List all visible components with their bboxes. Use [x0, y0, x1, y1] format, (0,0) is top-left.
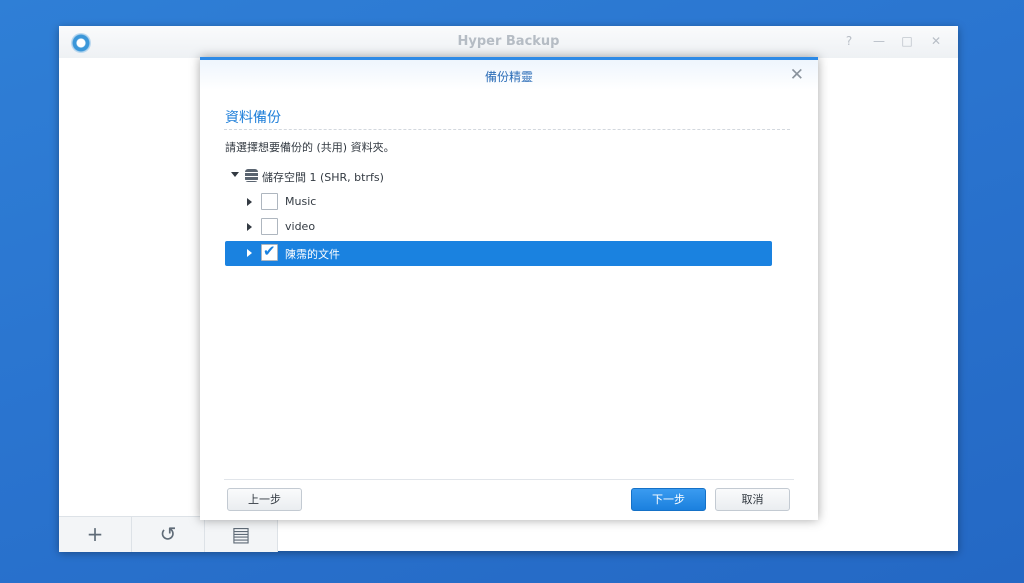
- tree-folder-row[interactable]: Music: [225, 190, 772, 215]
- maximize-icon[interactable]: □: [899, 33, 915, 49]
- backup-wizard-dialog: 備份精靈 ✕ 資料備份 請選擇想要備份的 (共用) 資料夾。 儲存空間 1 (S…: [200, 57, 818, 520]
- history-icon: ↺: [159, 522, 177, 546]
- folder-label: video: [285, 220, 316, 233]
- cancel-button[interactable]: 取消: [715, 488, 790, 511]
- expand-arrow-icon[interactable]: [247, 198, 252, 206]
- folder-label: 陳霈的文件: [285, 248, 340, 261]
- log-icon: ▤: [231, 522, 251, 546]
- section-divider: [224, 129, 790, 130]
- tree-folder-row[interactable]: video: [225, 215, 772, 240]
- folder-label: Music: [285, 195, 317, 208]
- instruction-text: 請選擇想要備份的 (共用) 資料夾。: [225, 141, 395, 154]
- bottom-toolbar: + ↺ ▤: [59, 516, 278, 552]
- minimize-icon[interactable]: —: [871, 33, 887, 49]
- storage-volume-icon: [245, 169, 258, 182]
- app-title: Hyper Backup: [457, 34, 560, 49]
- tree-volume-row[interactable]: 儲存空間 1 (SHR, btrfs): [225, 164, 772, 189]
- log-button[interactable]: ▤: [205, 517, 278, 552]
- app-titlebar[interactable]: Hyper Backup ? — □ ✕: [59, 26, 958, 58]
- volume-label: 儲存空間 1 (SHR, btrfs): [262, 171, 384, 184]
- wizard-header[interactable]: 備份精靈 ✕: [200, 57, 818, 90]
- checkmark-icon: ✔: [263, 242, 276, 260]
- restore-button[interactable]: ↺: [132, 517, 205, 552]
- expand-arrow-icon[interactable]: [247, 249, 252, 257]
- create-task-button[interactable]: +: [59, 517, 132, 552]
- folder-checkbox-checked[interactable]: ✔: [261, 242, 278, 261]
- collapse-arrow-icon[interactable]: [231, 172, 239, 177]
- expand-arrow-icon[interactable]: [247, 223, 252, 231]
- help-icon[interactable]: ?: [841, 33, 857, 49]
- footer-divider: [224, 479, 794, 480]
- section-title: 資料備份: [225, 110, 281, 126]
- wizard-close-icon[interactable]: ✕: [790, 65, 804, 85]
- next-button[interactable]: 下一步: [631, 488, 706, 511]
- wizard-title: 備份精靈: [484, 70, 533, 84]
- close-icon[interactable]: ✕: [928, 33, 944, 49]
- plus-icon: +: [86, 522, 104, 546]
- folder-checkbox[interactable]: [261, 218, 278, 235]
- back-button[interactable]: 上一步: [227, 488, 302, 511]
- tree-folder-row-selected[interactable]: ✔ 陳霈的文件: [225, 241, 772, 266]
- folder-checkbox[interactable]: [261, 193, 278, 210]
